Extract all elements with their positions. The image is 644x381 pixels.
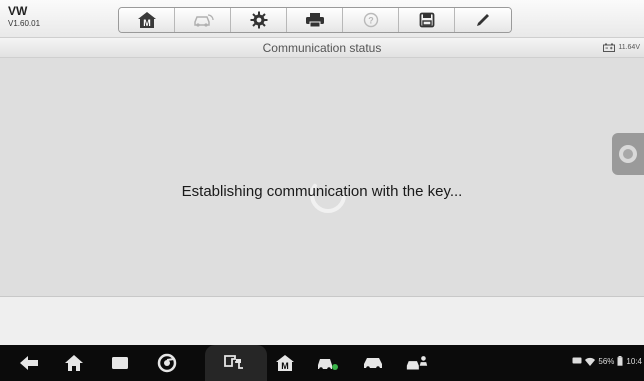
help-icon: ? xyxy=(363,12,378,28)
android-navigation-bar: M 56% 10:4 xyxy=(0,345,644,381)
remote-support-button[interactable] xyxy=(405,352,429,374)
print-button[interactable] xyxy=(287,8,343,32)
page-title: Communication status xyxy=(262,41,382,55)
vehicle-brand: VW V1.60.01 xyxy=(8,5,40,29)
system-status-area: 56% 10:4 xyxy=(572,356,642,366)
message-icon xyxy=(572,357,582,364)
diagnostics-shortcut-button[interactable] xyxy=(316,352,340,374)
battery-percent: 56% xyxy=(598,356,615,366)
top-toolbar: VW V1.60.01 M ? xyxy=(0,0,644,38)
app-window: VW V1.60.01 M ? Communication status 11.… xyxy=(0,0,644,345)
clock: 10:4 xyxy=(626,356,642,366)
vci-connect-button[interactable] xyxy=(222,352,246,374)
vehicle-button[interactable] xyxy=(175,8,231,32)
car-status-icon xyxy=(318,359,338,371)
car-icon xyxy=(364,358,382,370)
chrome-icon xyxy=(157,353,177,373)
status-message: Establishing communication with the key.… xyxy=(181,183,463,200)
home-nav-button[interactable] xyxy=(62,352,86,374)
home-button[interactable]: M xyxy=(119,8,175,32)
back-arrow-icon xyxy=(20,356,38,370)
settings-button[interactable] xyxy=(231,8,287,32)
edit-button[interactable] xyxy=(455,8,511,32)
bottom-function-bar xyxy=(0,296,644,345)
back-button[interactable] xyxy=(17,352,41,374)
svg-text:?: ? xyxy=(368,16,374,26)
recent-apps-button[interactable] xyxy=(108,352,132,374)
gear-icon xyxy=(250,11,267,29)
pen-icon xyxy=(477,14,489,26)
software-version: V1.60.01 xyxy=(8,19,41,28)
save-icon xyxy=(419,12,434,28)
status-header: Communication status 11.64V xyxy=(0,38,644,58)
maxisys-home-button[interactable]: M xyxy=(273,352,297,374)
car-person-icon xyxy=(406,356,428,370)
house-icon xyxy=(65,355,83,371)
battery-voltage: 11.64V xyxy=(618,44,640,51)
toolbar-button-group: M ? xyxy=(118,7,512,33)
circle-handle-icon xyxy=(619,145,637,163)
browser-button[interactable] xyxy=(155,352,179,374)
battery-icon xyxy=(617,356,623,366)
wifi-icon xyxy=(585,357,596,366)
floating-menu-handle[interactable] xyxy=(612,133,644,175)
vehicle-name: VW xyxy=(8,4,28,18)
svg-text:M: M xyxy=(143,18,151,28)
save-button[interactable] xyxy=(399,8,455,32)
car-battery-icon xyxy=(603,43,616,52)
battery-voltage-indicator: 11.64V xyxy=(603,43,640,52)
home-m-icon: M xyxy=(137,12,156,28)
vci-connector-icon xyxy=(224,355,243,369)
vehicle-shortcut-button[interactable] xyxy=(361,352,385,374)
printer-icon xyxy=(305,13,324,28)
home-m-icon: M xyxy=(276,355,294,371)
main-content: Establishing communication with the key.… xyxy=(0,58,644,296)
recent-apps-icon xyxy=(112,357,128,369)
svg-text:M: M xyxy=(281,361,289,371)
car-swap-icon xyxy=(193,14,214,27)
help-button[interactable]: ? xyxy=(343,8,399,32)
